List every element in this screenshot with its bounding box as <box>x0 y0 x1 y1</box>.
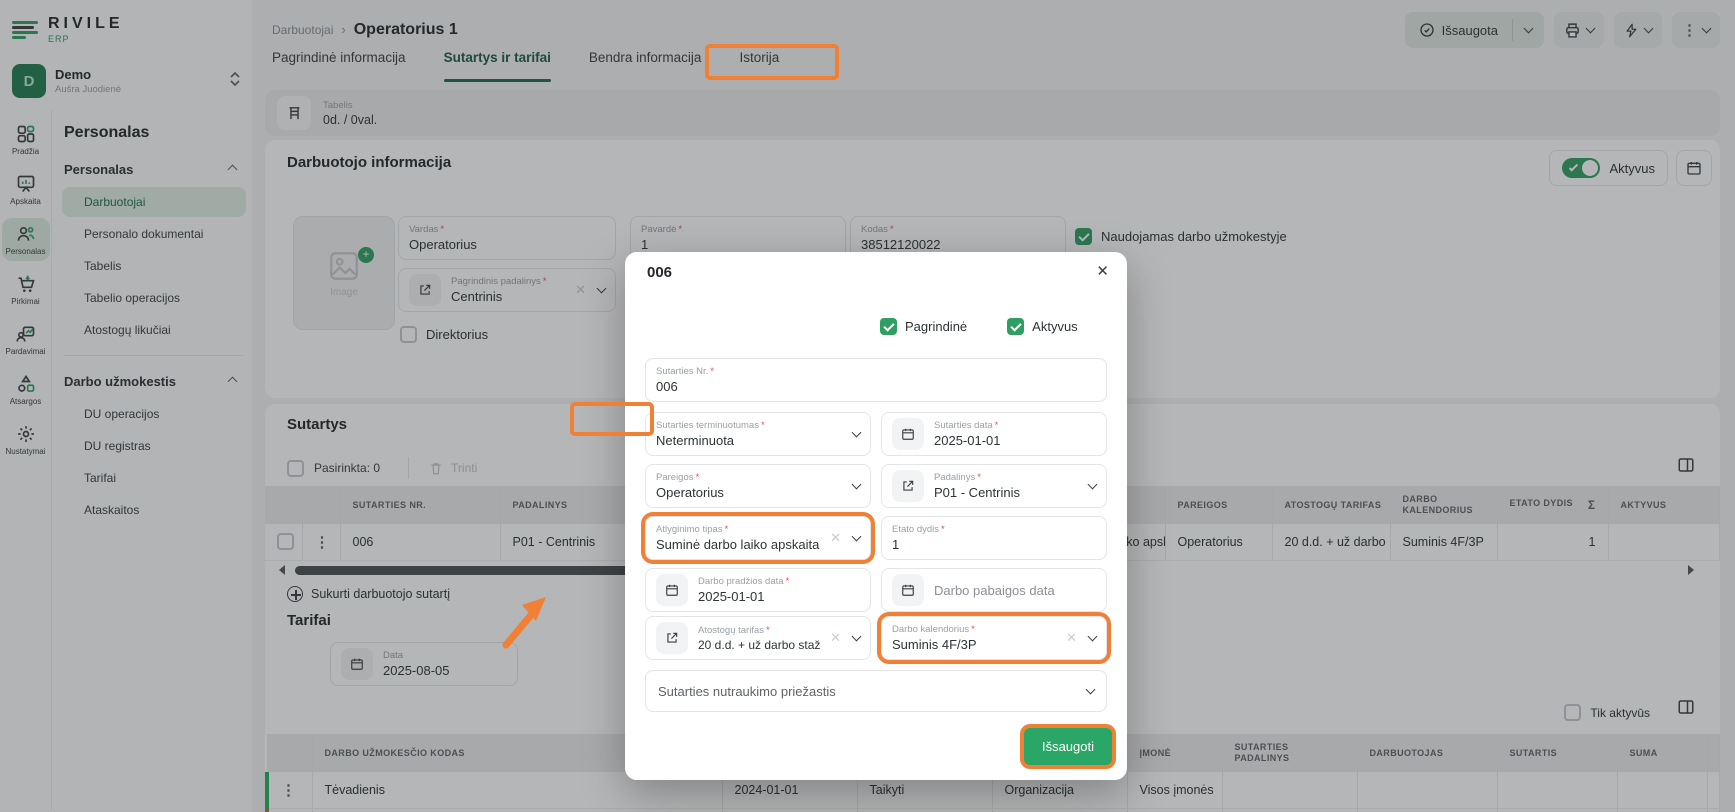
annotation-sutartys-highlight <box>570 402 654 436</box>
active-contract-checkbox-row[interactable]: Aktyvus <box>1007 318 1078 335</box>
chevron-down-icon[interactable] <box>1086 685 1096 695</box>
external-link-icon[interactable] <box>656 622 688 654</box>
chevron-down-icon[interactable] <box>852 632 862 642</box>
modal-title: 006 <box>647 264 672 281</box>
close-icon[interactable]: ✕ <box>1096 262 1109 280</box>
contract-modal: 006 ✕ Pagrindinė Aktyvus Sutarties Nr.00… <box>625 252 1127 780</box>
terminuotumas-select[interactable]: Sutarties terminuotumasNeterminuota <box>645 412 871 456</box>
save-button[interactable]: Išsaugoti <box>1024 728 1112 765</box>
chevron-down-icon[interactable] <box>852 532 862 542</box>
clear-icon[interactable]: ✕ <box>830 530 841 546</box>
darbo-kalendorius-select[interactable]: Darbo kalendoriusSuminis 4F/3P ✕ <box>881 616 1107 660</box>
external-link-icon[interactable] <box>892 470 924 502</box>
clear-icon[interactable]: ✕ <box>1066 630 1077 646</box>
annotation-tab-highlight <box>705 44 839 80</box>
chevron-down-icon[interactable] <box>1088 632 1098 642</box>
padalinys-select[interactable]: PadalinysP01 - Centrinis <box>881 464 1107 508</box>
sutarties-nr-field[interactable]: Sutarties Nr.006 <box>645 358 1107 402</box>
darbo-pradzios-data-field[interactable]: Darbo pradžios data2025-01-01 <box>645 568 871 612</box>
chevron-down-icon[interactable] <box>1088 480 1098 490</box>
main-contract-checkbox[interactable] <box>880 318 897 335</box>
calendar-icon[interactable] <box>892 574 924 606</box>
etato-dydis-field[interactable]: Etato dydis1 <box>881 516 1107 560</box>
annotation-arrow <box>492 583 562 653</box>
main-contract-checkbox-row[interactable]: Pagrindinė <box>880 318 967 335</box>
pareigos-select[interactable]: PareigosOperatorius <box>645 464 871 508</box>
chevron-down-icon[interactable] <box>852 428 862 438</box>
calendar-icon[interactable] <box>892 418 924 450</box>
sutarties-data-field[interactable]: Sutarties data2025-01-01 <box>881 412 1107 456</box>
nutraukimo-priezastis-select[interactable]: Sutarties nutraukimo priežastis <box>645 670 1107 712</box>
atostogu-tarifas-select[interactable]: Atostogų tarifas20 d.d. + už darbo stažą… <box>645 616 871 660</box>
active-contract-checkbox[interactable] <box>1007 318 1024 335</box>
chevron-down-icon[interactable] <box>852 480 862 490</box>
clear-icon[interactable]: ✕ <box>830 630 841 646</box>
calendar-icon[interactable] <box>656 574 688 606</box>
atlyginimo-tipas-select[interactable]: Atlyginimo tipasSuminė darbo laiko apska… <box>645 516 871 560</box>
darbo-pabaigos-data-field[interactable]: Darbo pabaigos data <box>881 568 1107 612</box>
